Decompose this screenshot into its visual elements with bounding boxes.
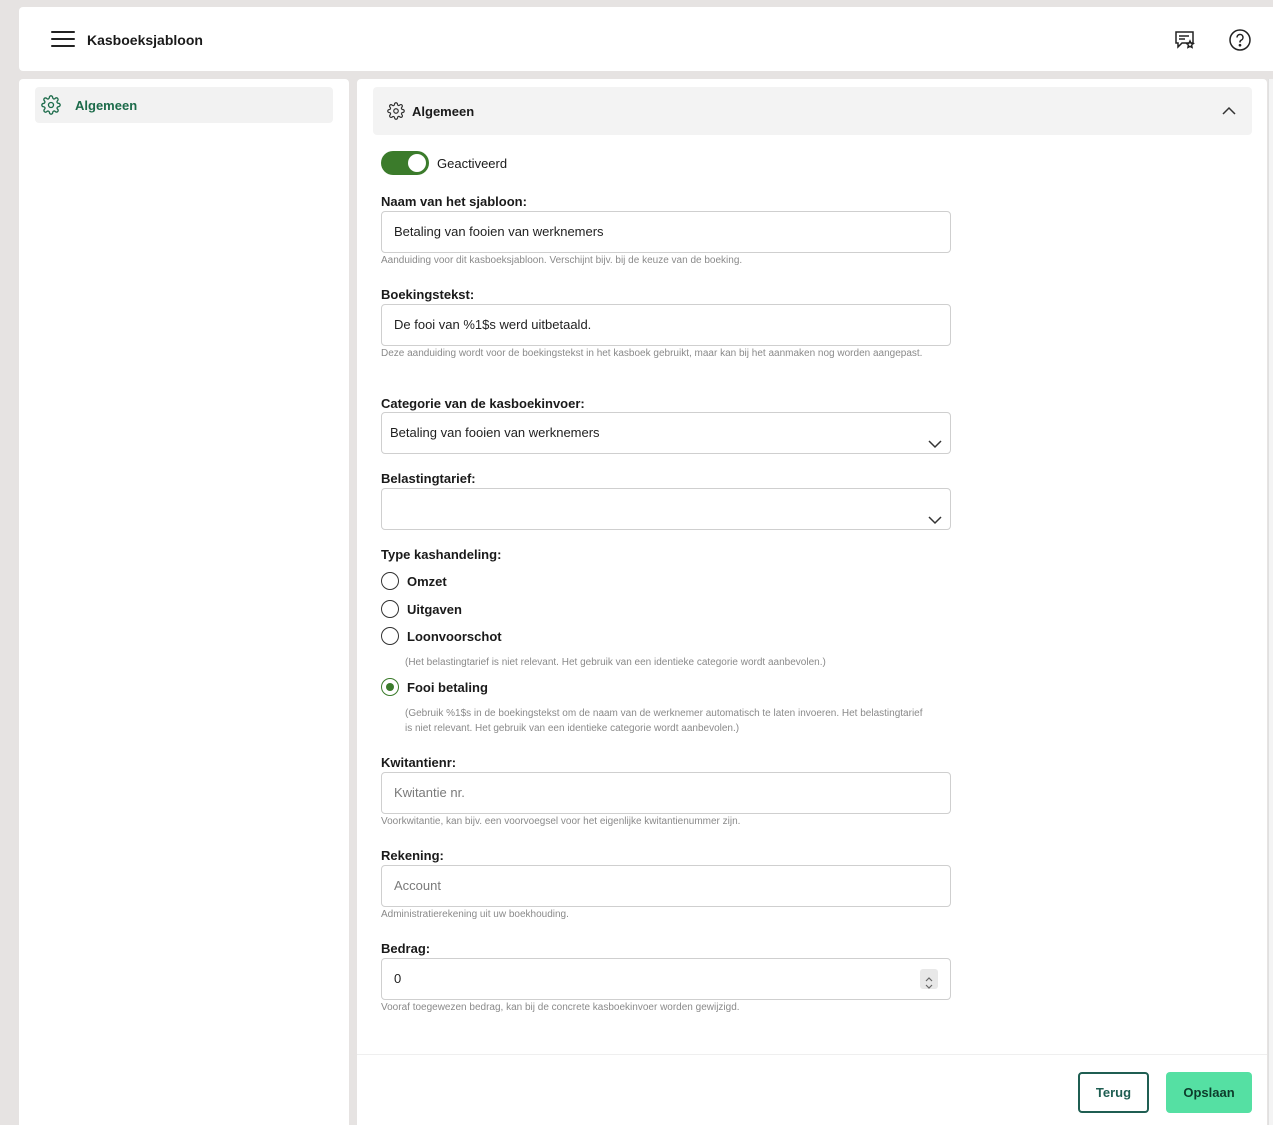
chevron-down-icon bbox=[928, 503, 942, 525]
feedback-icon[interactable] bbox=[1171, 26, 1199, 54]
active-toggle-label: Geactiveerd bbox=[437, 156, 508, 171]
help-icon[interactable] bbox=[1226, 26, 1254, 54]
loonvoorschot-hint: (Het belastingtarief is niet relevant. H… bbox=[405, 657, 826, 668]
name-label: Naam van het sjabloon: bbox=[381, 194, 527, 209]
top-bar: Kasboeksjabloon bbox=[19, 7, 1273, 71]
radio-button[interactable] bbox=[381, 627, 399, 645]
category-select[interactable]: Betaling van fooien van werknemers bbox=[381, 412, 951, 454]
page-title: Kasboeksjabloon bbox=[87, 32, 203, 48]
section-title: Algemeen bbox=[412, 104, 475, 119]
radio-uitgaven[interactable]: Uitgaven bbox=[381, 599, 462, 619]
booking-text-label: Boekingstekst: bbox=[381, 287, 475, 302]
scrollbar[interactable] bbox=[1268, 79, 1273, 1125]
radio-fooi-betaling[interactable]: Fooi betaling bbox=[381, 677, 488, 697]
amount-hint: Vooraf toegewezen bedrag, kan bij de con… bbox=[381, 1002, 740, 1013]
receipt-no-hint: Voorkwitantie, kan bijv. een voorvoegsel… bbox=[381, 816, 741, 827]
chevron-down-icon bbox=[928, 427, 942, 449]
amount-label: Bedrag: bbox=[381, 941, 431, 956]
name-input[interactable]: Betaling van fooien van werknemers bbox=[381, 211, 951, 253]
radio-label: Omzet bbox=[407, 573, 447, 589]
radio-label: Loonvoorschot bbox=[407, 628, 502, 644]
account-label: Rekening: bbox=[381, 848, 444, 863]
save-button[interactable]: Opslaan bbox=[1166, 1072, 1252, 1113]
radio-omzet[interactable]: Omzet bbox=[381, 571, 447, 591]
section-header-algemeen[interactable]: Algemeen bbox=[373, 87, 1252, 135]
amount-input[interactable]: 0 bbox=[381, 958, 951, 1000]
footer-divider bbox=[357, 1054, 1267, 1055]
active-toggle[interactable] bbox=[381, 151, 429, 175]
sidebar: Algemeen bbox=[19, 79, 349, 1125]
radio-loonvoorschot[interactable]: Loonvoorschot bbox=[381, 626, 502, 646]
category-value: Betaling van fooien van werknemers bbox=[390, 425, 600, 440]
chevron-up-icon[interactable] bbox=[1222, 104, 1236, 118]
menu-icon[interactable] bbox=[51, 31, 75, 49]
radio-button[interactable] bbox=[381, 572, 399, 590]
tax-rate-label: Belastingtarief: bbox=[381, 471, 476, 486]
number-stepper[interactable] bbox=[920, 969, 938, 989]
gear-icon bbox=[41, 95, 61, 115]
sidebar-item-label: Algemeen bbox=[75, 98, 138, 113]
back-button[interactable]: Terug bbox=[1078, 1072, 1149, 1113]
cash-type-label: Type kashandeling: bbox=[381, 547, 502, 562]
radio-button[interactable] bbox=[381, 600, 399, 618]
main-panel: Algemeen Geactiveerd Naam van het sjablo… bbox=[357, 79, 1267, 1125]
account-input[interactable]: Account bbox=[381, 865, 951, 907]
receipt-no-input[interactable]: Kwitantie nr. bbox=[381, 772, 951, 814]
fooi-betaling-hint: (Gebruik %1$s in de boekingstekst om de … bbox=[405, 708, 923, 734]
radio-label: Uitgaven bbox=[407, 601, 462, 617]
account-hint: Administratierekening uit uw boekhouding… bbox=[381, 909, 569, 920]
sidebar-item-algemeen[interactable]: Algemeen bbox=[35, 87, 333, 123]
booking-text-input[interactable]: De fooi van %1$s werd uitbetaald. bbox=[381, 304, 951, 346]
amount-value: 0 bbox=[394, 971, 402, 986]
radio-label: Fooi betaling bbox=[407, 679, 488, 695]
name-hint: Aanduiding voor dit kasboeksjabloon. Ver… bbox=[381, 255, 743, 266]
category-label: Categorie van de kasboekinvoer: bbox=[381, 396, 585, 411]
tax-rate-select[interactable] bbox=[381, 488, 951, 530]
radio-button-checked[interactable] bbox=[381, 678, 399, 696]
receipt-no-label: Kwitantienr: bbox=[381, 755, 457, 770]
booking-text-hint: Deze aanduiding wordt voor de boekingste… bbox=[381, 348, 923, 359]
gear-icon bbox=[387, 102, 405, 120]
